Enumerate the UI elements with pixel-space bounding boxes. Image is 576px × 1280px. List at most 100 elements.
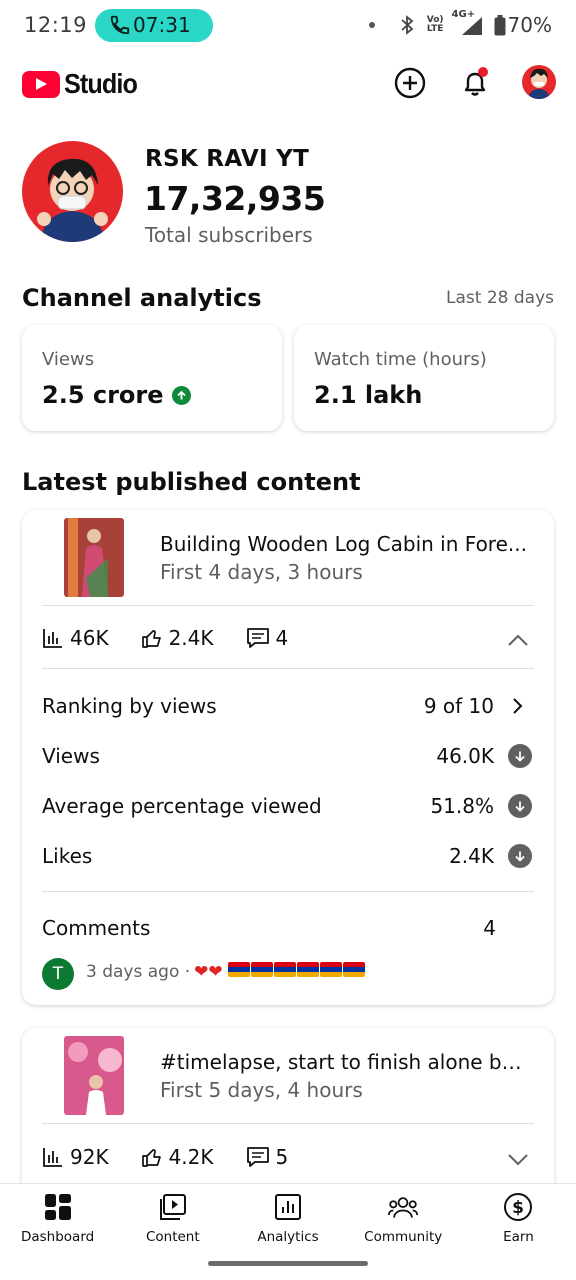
notification-dot: [368, 22, 375, 28]
nav-label: Analytics: [257, 1229, 319, 1245]
video-title[interactable]: #timelapse, start to finish alone bui...: [160, 1050, 532, 1074]
video-thumbnail[interactable]: [64, 518, 124, 597]
chevron-down-icon: [508, 1154, 528, 1166]
arrow-down-icon: [508, 794, 532, 818]
subscriber-count: 17,32,935: [144, 179, 326, 218]
dashboard-icon: [43, 1192, 73, 1222]
video-period: First 4 days, 3 hours: [160, 560, 363, 584]
divider: [42, 668, 534, 669]
bottom-navigation: Dashboard Content Analytics Community $ …: [0, 1183, 576, 1255]
nav-label: Content: [145, 1229, 200, 1245]
arrow-down-icon: [508, 744, 532, 768]
analytics-period: Last 28 days: [446, 288, 554, 308]
video-stats-row: 92K 4.2K 5: [42, 1145, 320, 1169]
ranking-details-button[interactable]: [506, 694, 530, 718]
notifications-button[interactable]: [458, 66, 492, 100]
video-period: First 5 days, 4 hours: [160, 1078, 363, 1102]
metric-label: Views: [42, 349, 95, 370]
bar-chart-icon: [43, 629, 62, 648]
call-timer: 07:31: [133, 13, 191, 37]
bar-chart-icon: [43, 1148, 62, 1167]
youtube-logo-icon: [22, 70, 60, 98]
likes-detail-value: 2.4K: [449, 844, 494, 868]
expand-button[interactable]: [506, 1148, 530, 1172]
comments-count: 4: [483, 916, 496, 940]
video-stats-row: 46K 2.4K 4: [42, 626, 320, 650]
watch-time-metric-card[interactable]: Watch time (hours) 2.1 lakh: [294, 325, 554, 431]
likes-stat: 4.2K: [141, 1145, 214, 1169]
earn-icon: $: [503, 1192, 533, 1222]
views-metric-card[interactable]: Views 2.5 crore: [22, 325, 282, 431]
divider: [42, 605, 534, 606]
status-bar: 12:19 07:31 Vo) LTE 4G+ 70%: [0, 0, 576, 50]
thumbs-up-icon: [141, 1149, 161, 1167]
arrow-down-icon: [508, 844, 532, 868]
battery-indicator: 70%: [494, 13, 552, 37]
subscriber-label: Total subscribers: [145, 223, 313, 247]
divider: [42, 891, 534, 892]
ranking-label: Ranking by views: [42, 694, 217, 718]
avg-viewed-value: 51.8%: [430, 794, 494, 818]
phone-icon: [110, 15, 130, 35]
likes-stat: 2.4K: [141, 626, 214, 650]
metric-value: 2.1 lakh: [314, 381, 423, 409]
views-stat: 46K: [42, 626, 109, 650]
community-icon: [388, 1192, 419, 1222]
comments-label: Comments: [42, 916, 151, 940]
avg-viewed-label: Average percentage viewed: [42, 794, 322, 818]
views-detail-value: 46.0K: [436, 744, 494, 768]
comment-icon: [246, 628, 269, 648]
armenia-flag-icon: [227, 962, 365, 982]
channel-name: RSK RAVI YT: [145, 146, 310, 172]
plus-circle-icon: [394, 67, 426, 99]
nav-community[interactable]: Community: [346, 1184, 461, 1255]
latest-comment[interactable]: 3 days ago · ❤❤: [86, 962, 365, 982]
content-icon: [158, 1192, 188, 1222]
signal-icon: 4G+: [452, 9, 484, 37]
nav-analytics[interactable]: Analytics: [230, 1184, 345, 1255]
video-title[interactable]: Building Wooden Log Cabin in Fore...: [160, 532, 532, 556]
video-card-2: #timelapse, start to finish alone bui...…: [22, 1028, 554, 1208]
channel-analytics-title: Channel analytics: [22, 284, 262, 312]
divider: [42, 1123, 534, 1124]
metric-value: 2.5 crore: [42, 381, 191, 409]
ranking-value: 9 of 10: [423, 694, 494, 718]
bluetooth-icon: [401, 15, 414, 35]
comments-stat: 4: [246, 626, 288, 650]
analytics-icon: [273, 1192, 303, 1222]
volte-indicator: Vo) LTE: [426, 15, 444, 34]
svg-text:$: $: [512, 1198, 524, 1218]
studio-logo[interactable]: Studio: [22, 68, 145, 100]
heart-emoji-icon: ❤❤: [194, 962, 223, 982]
bell-icon: [464, 67, 488, 96]
status-time: 12:19: [24, 13, 88, 37]
trend-up-icon: [171, 385, 191, 405]
thumbs-up-icon: [141, 630, 161, 648]
chevron-right-icon: [513, 698, 523, 714]
battery-level: 70%: [507, 13, 552, 37]
nav-label: Earn: [503, 1229, 534, 1245]
create-button[interactable]: [393, 66, 427, 100]
collapse-button[interactable]: [506, 628, 530, 652]
app-bar: Studio: [0, 58, 576, 108]
home-indicator[interactable]: [208, 1261, 368, 1266]
comments-stat: 5: [246, 1145, 288, 1169]
ongoing-call-pill[interactable]: 07:31: [95, 8, 213, 42]
video-card-1: Building Wooden Log Cabin in Fore... Fir…: [22, 510, 554, 1005]
commenter-avatar[interactable]: T: [42, 958, 74, 990]
nav-label: Dashboard: [20, 1229, 95, 1245]
views-stat: 92K: [42, 1145, 109, 1169]
chevron-up-icon: [508, 634, 528, 646]
battery-icon: [494, 14, 506, 35]
nav-label: Community: [364, 1229, 443, 1245]
metric-label: Watch time (hours): [314, 349, 487, 370]
channel-avatar[interactable]: [22, 141, 123, 242]
video-thumbnail[interactable]: [64, 1036, 124, 1115]
nav-dashboard[interactable]: Dashboard: [0, 1184, 115, 1255]
comment-icon: [246, 1147, 269, 1167]
latest-content-title: Latest published content: [22, 468, 361, 496]
logo-text: Studio: [64, 68, 138, 99]
nav-earn[interactable]: $ Earn: [461, 1184, 576, 1255]
account-avatar[interactable]: [522, 65, 556, 99]
nav-content[interactable]: Content: [115, 1184, 230, 1255]
